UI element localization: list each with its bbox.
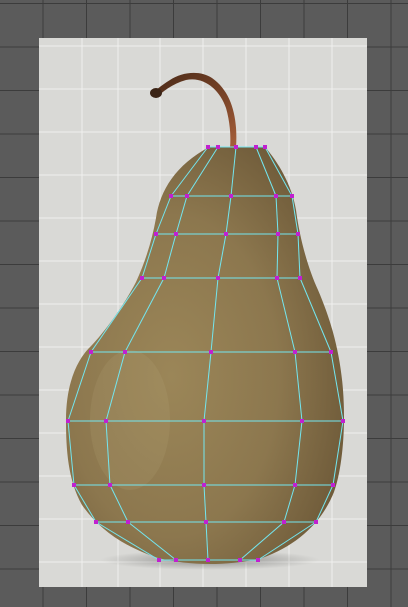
mesh-control-point[interactable] xyxy=(329,350,333,354)
mesh-control-point[interactable] xyxy=(216,145,220,149)
mesh-column-line xyxy=(294,420,303,486)
mesh-control-point[interactable] xyxy=(104,419,108,423)
mesh-control-point[interactable] xyxy=(238,558,242,562)
mesh-column-line xyxy=(255,146,277,197)
mesh-control-point[interactable] xyxy=(229,194,233,198)
mesh-column-line xyxy=(175,195,188,235)
mesh-control-point[interactable] xyxy=(126,520,130,524)
mesh-control-point[interactable] xyxy=(293,483,297,487)
mesh-column-line xyxy=(332,420,344,486)
mesh-column-line xyxy=(239,521,285,561)
mesh-column-line xyxy=(105,420,111,486)
mesh-column-line xyxy=(291,195,299,235)
mesh-column-line xyxy=(163,233,177,279)
mesh-column-line xyxy=(203,484,207,523)
mesh-column-line xyxy=(95,521,160,561)
mesh-control-point[interactable] xyxy=(123,350,127,354)
mesh-control-point[interactable] xyxy=(300,419,304,423)
mesh-lines xyxy=(67,146,344,561)
mesh-control-point[interactable] xyxy=(224,232,228,236)
mesh-column-line xyxy=(217,233,227,279)
mesh-control-point[interactable] xyxy=(169,194,173,198)
mesh-column-line xyxy=(109,484,129,523)
mesh-column-line xyxy=(276,233,279,279)
mesh-control-point[interactable] xyxy=(108,483,112,487)
mesh-column-line xyxy=(230,146,237,197)
mesh-column-line xyxy=(225,195,232,235)
mesh-column-line xyxy=(67,351,92,422)
mesh-column-line xyxy=(275,195,279,235)
mesh-column-line xyxy=(124,277,165,353)
mesh-control-point[interactable] xyxy=(276,232,280,236)
mesh-control-point[interactable] xyxy=(157,558,161,562)
mesh-column-line xyxy=(203,351,212,422)
mesh-control-point[interactable] xyxy=(154,232,158,236)
mesh-column-line xyxy=(155,195,172,235)
mesh-control-point[interactable] xyxy=(234,145,238,149)
mesh-column-line xyxy=(105,351,126,422)
mesh-control-point[interactable] xyxy=(256,558,260,562)
mesh-control-point[interactable] xyxy=(209,350,213,354)
mesh-control-point[interactable] xyxy=(89,350,93,354)
mesh-column-line xyxy=(283,484,296,523)
mesh-control-point[interactable] xyxy=(66,419,70,423)
mesh-column-line xyxy=(210,277,219,353)
mesh-control-point[interactable] xyxy=(290,194,294,198)
mesh-column-line xyxy=(315,484,334,523)
mesh-control-point[interactable] xyxy=(94,520,98,524)
mesh-control-point[interactable] xyxy=(140,276,144,280)
mesh-column-line xyxy=(141,233,157,279)
mesh-control-points[interactable] xyxy=(66,145,345,562)
mesh-control-point[interactable] xyxy=(202,419,206,423)
mesh-column-line xyxy=(299,277,332,353)
mesh-column-line xyxy=(205,521,209,561)
mesh-column-line xyxy=(330,351,344,422)
mesh-column-line xyxy=(127,521,177,561)
mesh-control-point[interactable] xyxy=(162,276,166,280)
mesh-control-point[interactable] xyxy=(185,194,189,198)
mesh-column-line xyxy=(297,233,301,279)
mesh-column-line xyxy=(264,146,293,197)
mesh-control-point[interactable] xyxy=(296,232,300,236)
mesh-control-point[interactable] xyxy=(263,145,267,149)
mesh-control-point[interactable] xyxy=(293,350,297,354)
mesh-control-point[interactable] xyxy=(314,520,318,524)
mesh-column-line xyxy=(294,351,303,422)
mesh-column-line xyxy=(73,484,97,523)
mesh-control-point[interactable] xyxy=(206,145,210,149)
mesh-control-point[interactable] xyxy=(72,483,76,487)
mesh-column-line xyxy=(257,521,317,561)
mesh-control-point[interactable] xyxy=(204,520,208,524)
mesh-control-point[interactable] xyxy=(341,419,345,423)
editor-canvas[interactable] xyxy=(0,0,408,607)
mesh-control-point[interactable] xyxy=(298,276,302,280)
mesh-column-line xyxy=(90,277,143,353)
mesh-control-point[interactable] xyxy=(174,232,178,236)
mesh-control-point[interactable] xyxy=(254,145,258,149)
mesh-column-line xyxy=(67,420,75,486)
mesh-control-point[interactable] xyxy=(274,194,278,198)
mesh-control-point[interactable] xyxy=(216,276,220,280)
mesh-control-point[interactable] xyxy=(331,483,335,487)
mesh-overlay[interactable] xyxy=(0,0,408,607)
mesh-control-point[interactable] xyxy=(202,483,206,487)
mesh-control-point[interactable] xyxy=(275,276,279,280)
mesh-column-line xyxy=(276,277,296,353)
mesh-control-point[interactable] xyxy=(206,558,210,562)
mesh-control-point[interactable] xyxy=(282,520,286,524)
mesh-control-point[interactable] xyxy=(174,558,178,562)
